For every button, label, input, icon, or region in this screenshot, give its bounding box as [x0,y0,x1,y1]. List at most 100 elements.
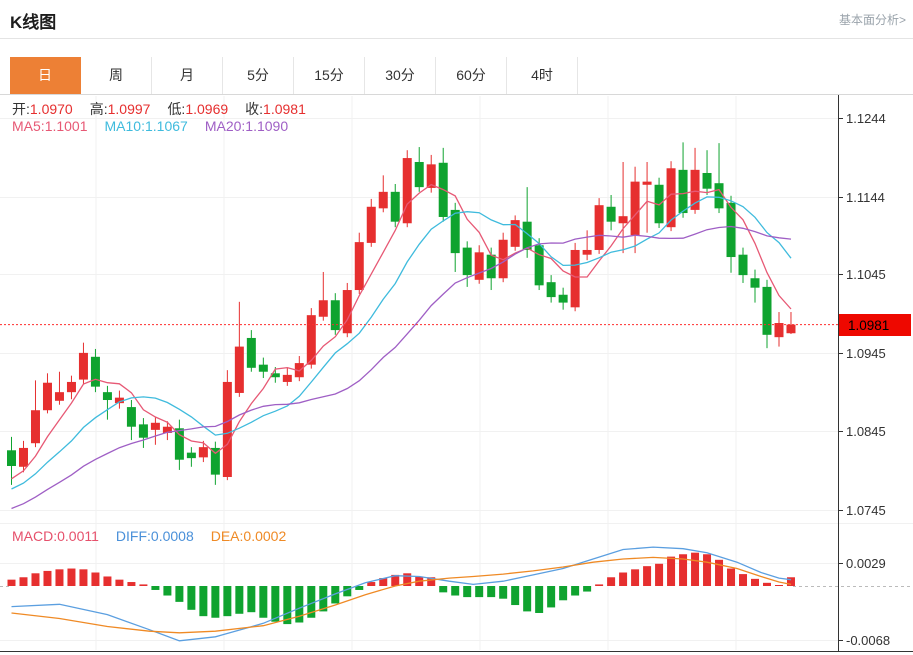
candle [355,242,364,290]
candle [127,407,136,427]
macd-bar [655,564,663,586]
macd-bar [247,586,255,612]
macd-bar [667,557,675,586]
candle [283,375,292,382]
period-tabbar: 日周月5分15分30分60分4时 [0,57,913,95]
macd-item: MACD:0.0011 [12,528,99,544]
macd-bar [451,586,459,596]
candle [571,250,580,307]
candle [762,287,771,335]
macd-bar [151,586,159,590]
macd-bar [8,580,16,586]
macd-bar [439,586,447,592]
ma-item: MA10:1.1067 [105,118,188,134]
candle [31,410,40,443]
candle [235,347,244,393]
tab-日[interactable]: 日 [10,57,81,94]
macd-bar [487,586,495,597]
candle [187,453,196,458]
macd-bar [559,586,567,600]
tab-月[interactable]: 月 [152,57,223,94]
candle [67,382,76,392]
candle [367,207,376,243]
tab-30分[interactable]: 30分 [365,57,436,94]
candle [619,216,628,223]
candle [547,282,556,297]
macd-bar [703,554,711,586]
macd-bar [271,586,279,622]
tab-15分[interactable]: 15分 [294,57,365,94]
candle [715,183,724,208]
macd-bar [19,577,27,586]
candle [103,392,112,400]
macd-bar [175,586,183,602]
ohlc-info-row: 开:1.0970高:1.0997低:1.0969收:1.0981 [12,99,323,119]
macd-bar [583,586,591,592]
candle [343,290,352,333]
ohlc-item: 收:1.0981 [245,99,306,119]
axis-tick-label: 1.1144 [846,190,885,205]
candle [43,383,52,410]
candle [751,278,760,287]
macd-bar [499,586,507,599]
macd-bar [259,586,267,618]
macd-bar [475,586,483,597]
candle [643,182,652,185]
macd-bar [631,569,639,586]
kline-widget: 1.09811.12441.11441.10451.09451.08451.07… [0,0,913,655]
candle [211,448,220,475]
candle [79,353,88,380]
candle [331,300,340,330]
ma-item: MA20:1.1090 [205,118,288,134]
macd-bar [31,573,39,586]
candle [247,338,256,368]
candle [475,252,484,279]
macd-bar [775,585,783,586]
candle [595,205,604,250]
candle [535,245,544,285]
macd-bar [163,586,171,596]
axis-tick-label: 0.0029 [846,556,886,571]
candle [679,170,688,213]
tab-4时[interactable]: 4时 [507,57,578,94]
candle [391,192,400,222]
candle [403,158,412,223]
macd-bar [691,553,699,586]
macd-bar [607,577,615,586]
axis-tick-label: 1.0945 [846,346,886,361]
tab-周[interactable]: 周 [81,57,152,94]
macd-bar [763,583,771,586]
macd-bar [739,574,747,586]
macd-bar [115,580,123,586]
macd-bar [511,586,519,605]
candle [175,428,184,459]
axis-tick-label: -0.0068 [846,633,890,648]
macd-bar [535,586,543,613]
tab-60分[interactable]: 60分 [436,57,507,94]
macd-bar [187,586,195,610]
header: K线图 基本面分析> [0,0,913,39]
macd-bar [223,586,231,616]
candle [19,448,28,467]
candle [786,325,795,334]
macd-item: DEA:0.0002 [211,528,287,544]
macd-bar [43,571,51,586]
macd-bar [103,576,111,586]
candle [451,210,460,253]
macd-bar [751,579,759,586]
candle [319,300,328,316]
gridlines [0,96,913,650]
macd-bar [619,573,627,586]
candle [139,424,148,437]
candle [7,450,16,466]
macd-bar [139,584,147,586]
tab-5分[interactable]: 5分 [223,57,294,94]
ohlc-item: 开:1.0970 [12,99,73,119]
macd-bar [571,586,579,596]
macd-bar [55,569,63,586]
axis-tick-label: 1.0845 [846,424,886,439]
candle [691,170,700,210]
macd-bar [595,584,603,586]
fundamental-analysis-link[interactable]: 基本面分析> [839,11,906,28]
macd-bar [727,569,735,586]
